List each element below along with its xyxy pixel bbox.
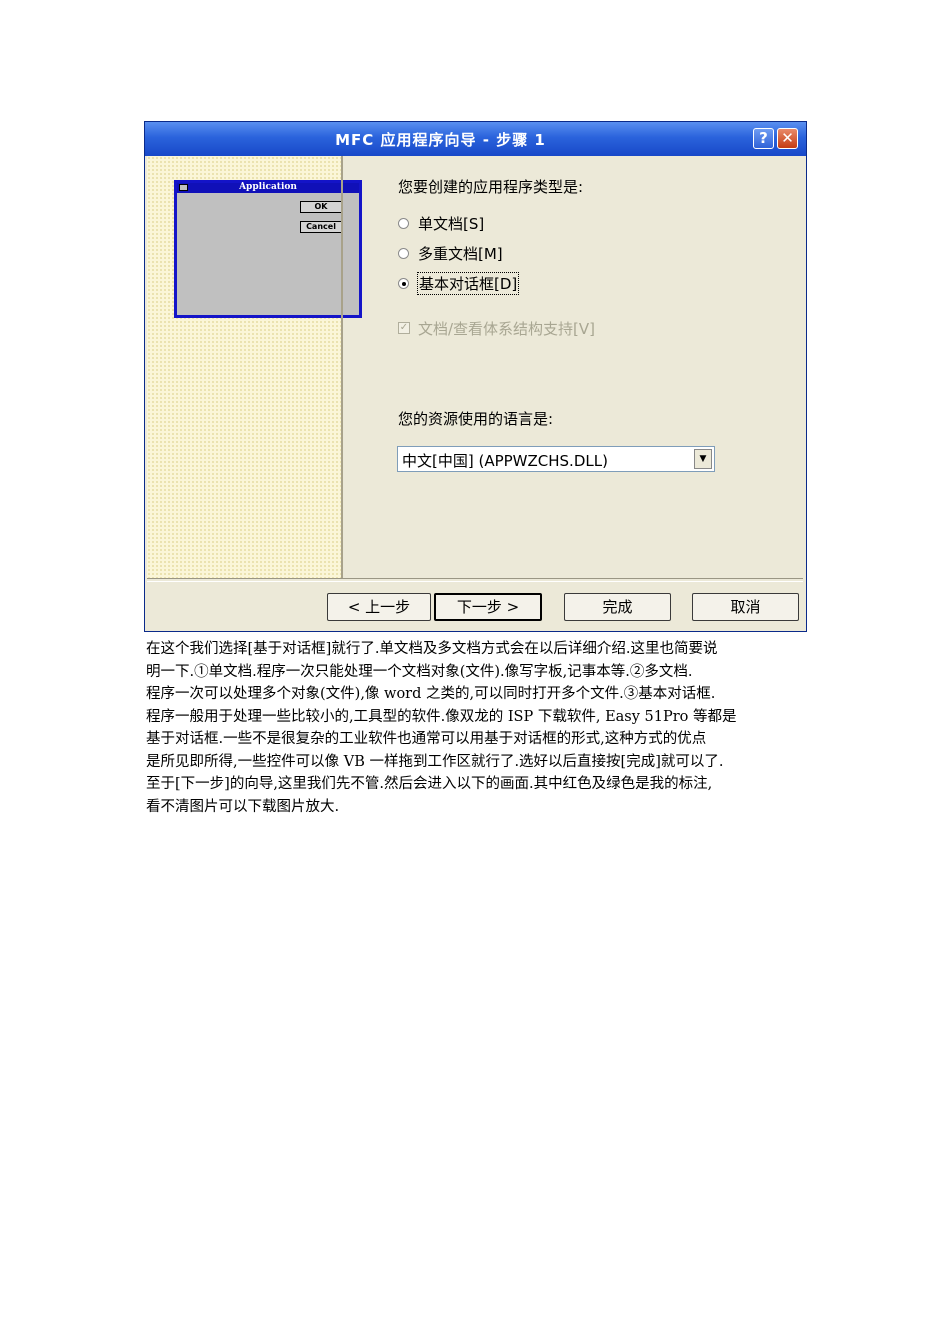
preview-title-bar: Application [177, 182, 359, 193]
paragraph-line: 程序一般用于处理一些比较小的,工具型的软件.像双龙的 ISP 下载软件, Eas… [146, 708, 737, 725]
radio-label[interactable]: 多重文档[M] [418, 243, 503, 264]
language-question: 您的资源使用的语言是: [398, 410, 554, 428]
radio-button-selected-icon[interactable] [398, 278, 409, 289]
next-button[interactable]: 下一步 > [434, 593, 542, 621]
radio-dot [402, 282, 406, 286]
paragraph-line: 是所见即所得,一些控件可以像 VB 一样拖到工作区就行了.选好以后直接按[完成]… [146, 753, 724, 770]
radio-label[interactable]: 基本对话框[D] [416, 272, 520, 295]
language-select[interactable]: 中文[中国] (APPWZCHS.DLL) ▼ [397, 446, 715, 472]
mfc-app-wizard-window: MFC 应用程序向导 - 步骤 1 ? ✕ Application OK Can… [144, 121, 807, 632]
docview-checkbox-disabled: ✓ [398, 322, 410, 334]
dropdown-arrow-icon[interactable]: ▼ [694, 449, 712, 469]
window-title: MFC 应用程序向导 - 步骤 1 [335, 131, 546, 149]
paragraph-line: 基于对话框.一些不是很复杂的工业软件也通常可以用基于对话框的形式,这种方式的优点 [146, 731, 707, 747]
close-button[interactable]: ✕ [777, 128, 798, 149]
back-button[interactable]: < 上一步 [327, 593, 431, 621]
preview-cancel-button: Cancel [300, 221, 342, 233]
language-select-value[interactable]: 中文[中国] (APPWZCHS.DLL) [402, 450, 608, 471]
preview-pane: Application OK Cancel [147, 156, 362, 578]
explanation-paragraph: 在这个我们选择[基于对话框]就行了.单文档及多文档方式会在以后详细介绍.这里也简… [146, 638, 814, 818]
finish-button[interactable]: 完成 [564, 593, 671, 621]
paragraph-line: 看不清图片可以下载图片放大. [146, 798, 340, 815]
dialog-preview-image: Application OK Cancel [174, 180, 362, 318]
radio-button-icon[interactable] [398, 248, 409, 259]
app-type-question: 您要创建的应用程序类型是: [398, 178, 584, 196]
paragraph-line: 程序一次可以处理多个对象(文件),像 word 之类的,可以同时打开多个文件.③… [146, 686, 716, 702]
preview-ok-button: OK [300, 201, 342, 213]
title-bar[interactable]: MFC 应用程序向导 - 步骤 1 ? ✕ [145, 122, 806, 156]
radio-button-icon[interactable] [398, 218, 409, 229]
help-button[interactable]: ? [753, 128, 774, 149]
paragraph-line: 至于[下一步]的向导,这里我们先不管.然后会进入以下的画面.其中红色及绿色是我的… [146, 776, 713, 792]
options-pane: 您要创建的应用程序类型是: 单文档[S] 多重文档[M] 基本对话框[D] ✓ … [343, 156, 803, 578]
docview-label: 文档/查看体系结构支持[V] [418, 320, 596, 338]
radio-label[interactable]: 单文档[S] [418, 213, 484, 234]
cancel-button[interactable]: 取消 [692, 593, 799, 621]
paragraph-line: 明一下.①单文档.程序一次只能处理一个文档对象(文件).像写字板,记事本等.②多… [146, 663, 693, 680]
paragraph-line: 在这个我们选择[基于对话框]就行了.单文档及多文档方式会在以后详细介绍.这里也简… [146, 641, 718, 657]
button-separator [147, 578, 803, 582]
wizard-client-area: Application OK Cancel 您要创建的应用程序类型是: 单文档[… [147, 156, 803, 578]
preview-title: Application [239, 182, 297, 192]
